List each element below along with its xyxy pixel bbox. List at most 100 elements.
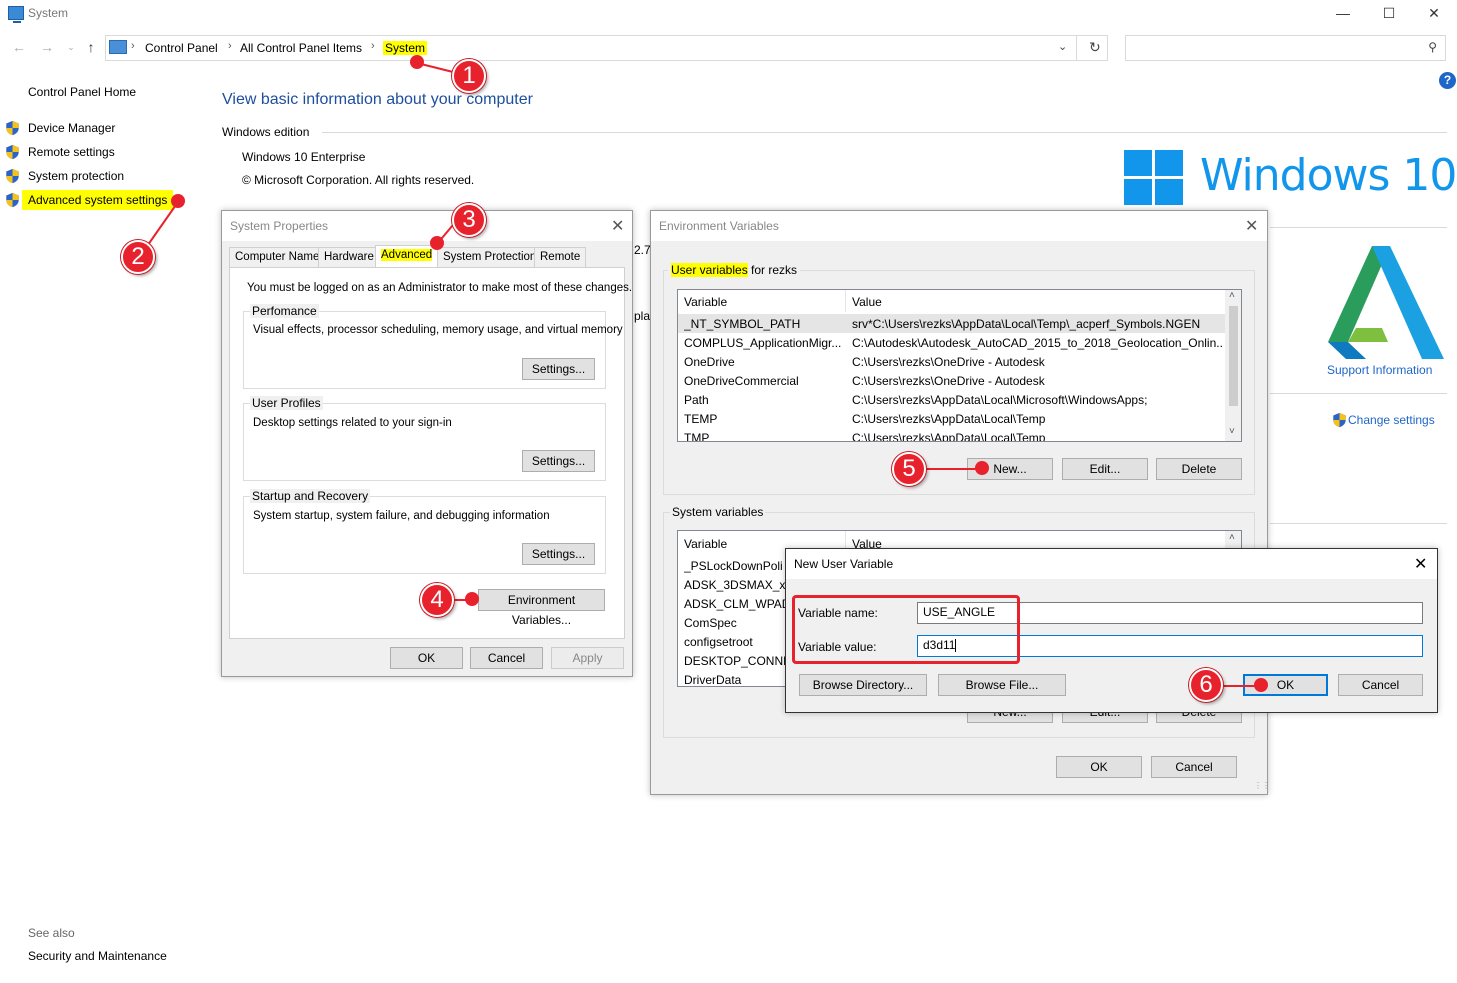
title-bar: System — ☐ ✕: [0, 0, 1457, 28]
up-arrow-icon[interactable]: ↑: [82, 38, 100, 56]
tab-remote[interactable]: Remote: [534, 247, 587, 267]
shield-icon: [6, 120, 19, 136]
user-profiles-settings-button[interactable]: Settings...: [522, 450, 595, 472]
annotation-dot: [171, 194, 185, 208]
sysprops-apply-button[interactable]: Apply: [551, 647, 624, 669]
user-var-name[interactable]: OneDrive: [684, 355, 842, 369]
scroll-down-icon[interactable]: ˅: [1229, 426, 1235, 437]
control-panel-home-link[interactable]: Control Panel Home: [28, 85, 136, 99]
help-icon[interactable]: ?: [1439, 72, 1456, 89]
user-var-name[interactable]: TEMP: [684, 412, 842, 426]
breadcrumb-system[interactable]: System: [383, 41, 428, 55]
chevron-right-icon: ›: [131, 40, 135, 52]
user-var-name[interactable]: _NT_SYMBOL_PATH: [684, 317, 842, 331]
close-button[interactable]: ✕: [1411, 0, 1457, 28]
tab-computer-name[interactable]: Computer Name: [229, 247, 326, 267]
user-var-value[interactable]: C:\Users\rezks\AppData\Local\Temp: [852, 412, 1222, 426]
device-manager-link[interactable]: Device Manager: [28, 121, 115, 135]
windows-edition-heading: Windows edition: [222, 125, 310, 139]
close-icon[interactable]: ✕: [1245, 216, 1258, 236]
user-var-name[interactable]: COMPLUS_ApplicationMigr...: [684, 336, 842, 350]
user-variables-heading: User variables for rezks: [668, 261, 801, 279]
close-icon[interactable]: ✕: [611, 216, 624, 236]
envvars-ok-button[interactable]: OK: [1056, 756, 1142, 778]
user-var-value[interactable]: C:\Autodesk\Autodesk_AutoCAD_2015_to_201…: [852, 336, 1222, 350]
column-divider: [845, 290, 846, 312]
change-settings-link[interactable]: Change settings: [1348, 413, 1435, 427]
resize-grip-icon[interactable]: ⋮⋮: [1254, 781, 1270, 790]
sysprops-ok-button[interactable]: OK: [390, 647, 463, 669]
user-variables-list[interactable]: Variable Value _NT_SYMBOL_PATH srv*C:\Us…: [677, 289, 1242, 442]
sys-var-name[interactable]: ADSK_CLM_WPAD_: [684, 597, 788, 611]
edition-name: Windows 10 Enterprise: [242, 150, 366, 164]
address-bar[interactable]: › Control Panel › All Control Panel Item…: [105, 35, 1108, 61]
sys-var-name[interactable]: configsetroot: [684, 635, 788, 649]
sys-var-name[interactable]: DESKTOP_CONNEC: [684, 654, 788, 668]
scroll-up-icon[interactable]: ˄: [1229, 532, 1235, 543]
security-maintenance-link[interactable]: Security and Maintenance: [28, 949, 167, 963]
close-icon[interactable]: ✕: [1414, 554, 1427, 574]
sys-var-name[interactable]: ComSpec: [684, 616, 788, 630]
step-6-marker: 6: [1189, 668, 1223, 702]
sys-var-name[interactable]: ADSK_3DSMAX_x64: [684, 578, 788, 592]
windows-10-logo-text: Windows 10: [1200, 150, 1457, 201]
recent-chevron-icon[interactable]: ⌄: [62, 38, 80, 56]
back-arrow-icon[interactable]: ←: [10, 38, 28, 56]
dropdown-chevron-icon[interactable]: ⌄: [1058, 40, 1067, 53]
user-profiles-heading: User Profiles: [250, 396, 323, 410]
partial-text: 2.7: [634, 243, 651, 257]
user-var-name[interactable]: Path: [684, 393, 842, 407]
annotation-dot: [465, 592, 479, 606]
column-variable[interactable]: Variable: [684, 295, 727, 309]
sys-var-name[interactable]: _PSLockDownPoli: [684, 559, 788, 573]
annotation-dot: [1254, 678, 1268, 692]
breadcrumb-control-panel[interactable]: Control Panel: [145, 41, 218, 55]
support-information-link[interactable]: Support Information: [1327, 363, 1432, 377]
breadcrumb-all-items[interactable]: All Control Panel Items: [240, 41, 362, 55]
user-var-value[interactable]: C:\Users\rezks\AppData\Local\Microsoft\W…: [852, 393, 1222, 407]
scroll-thumb[interactable]: [1229, 306, 1238, 406]
user-var-value[interactable]: C:\Users\rezks\OneDrive - Autodesk: [852, 374, 1222, 388]
newvar-cancel-button[interactable]: Cancel: [1338, 674, 1423, 696]
user-edit-button[interactable]: Edit...: [1062, 458, 1148, 480]
vertical-scrollbar[interactable]: ˄ ˅: [1225, 290, 1241, 441]
sysprops-cancel-button[interactable]: Cancel: [470, 647, 543, 669]
user-profiles-desc: Desktop settings related to your sign-in: [253, 417, 452, 429]
minimize-button[interactable]: —: [1320, 0, 1366, 28]
tab-advanced[interactable]: Advanced: [375, 245, 439, 267]
tab-advanced-label: Advanced: [381, 249, 433, 261]
refresh-icon[interactable]: ↻: [1089, 39, 1101, 56]
startup-settings-button[interactable]: Settings...: [522, 543, 595, 565]
user-delete-button[interactable]: Delete: [1156, 458, 1242, 480]
chevron-right-icon: ›: [228, 40, 232, 52]
column-variable[interactable]: Variable: [684, 537, 727, 551]
sys-var-name[interactable]: DriverData: [684, 673, 788, 686]
shield-icon: [6, 144, 19, 160]
dialog-title: Environment Variables: [659, 219, 779, 233]
search-input[interactable]: ⚲: [1125, 35, 1446, 61]
dialog-title: System Properties: [230, 219, 329, 233]
user-var-name[interactable]: OneDriveCommercial: [684, 374, 842, 388]
scroll-up-icon[interactable]: ˄: [1229, 290, 1235, 301]
performance-desc: Visual effects, processor scheduling, me…: [253, 324, 623, 336]
autodesk-logo-icon: [1328, 246, 1444, 359]
forward-arrow-icon[interactable]: →: [38, 38, 56, 56]
browse-directory-button[interactable]: Browse Directory...: [799, 674, 927, 696]
tab-hardware[interactable]: Hardware: [318, 247, 380, 267]
advanced-system-settings-link[interactable]: Advanced system settings: [22, 190, 174, 210]
user-var-value[interactable]: C:\Users\rezks\OneDrive - Autodesk: [852, 355, 1222, 369]
system-variables-heading: System variables: [670, 505, 766, 519]
performance-settings-button[interactable]: Settings...: [522, 358, 595, 380]
maximize-button[interactable]: ☐: [1366, 0, 1412, 28]
admin-note: You must be logged on as an Administrato…: [247, 282, 633, 294]
system-protection-link[interactable]: System protection: [28, 169, 124, 183]
tab-system-protection[interactable]: System Protection: [437, 247, 543, 267]
remote-settings-link[interactable]: Remote settings: [28, 145, 115, 159]
column-value[interactable]: Value: [852, 295, 882, 309]
user-var-value[interactable]: srv*C:\Users\rezks\AppData\Local\Temp\_a…: [852, 317, 1222, 331]
envvars-cancel-button[interactable]: Cancel: [1151, 756, 1237, 778]
user-var-value[interactable]: C:\Users\rezks\AppData\Local\Temp: [852, 431, 1222, 441]
browse-file-button[interactable]: Browse File...: [938, 674, 1066, 696]
user-var-name[interactable]: TMP: [684, 431, 842, 441]
environment-variables-button[interactable]: Environment Variables...: [478, 589, 605, 627]
